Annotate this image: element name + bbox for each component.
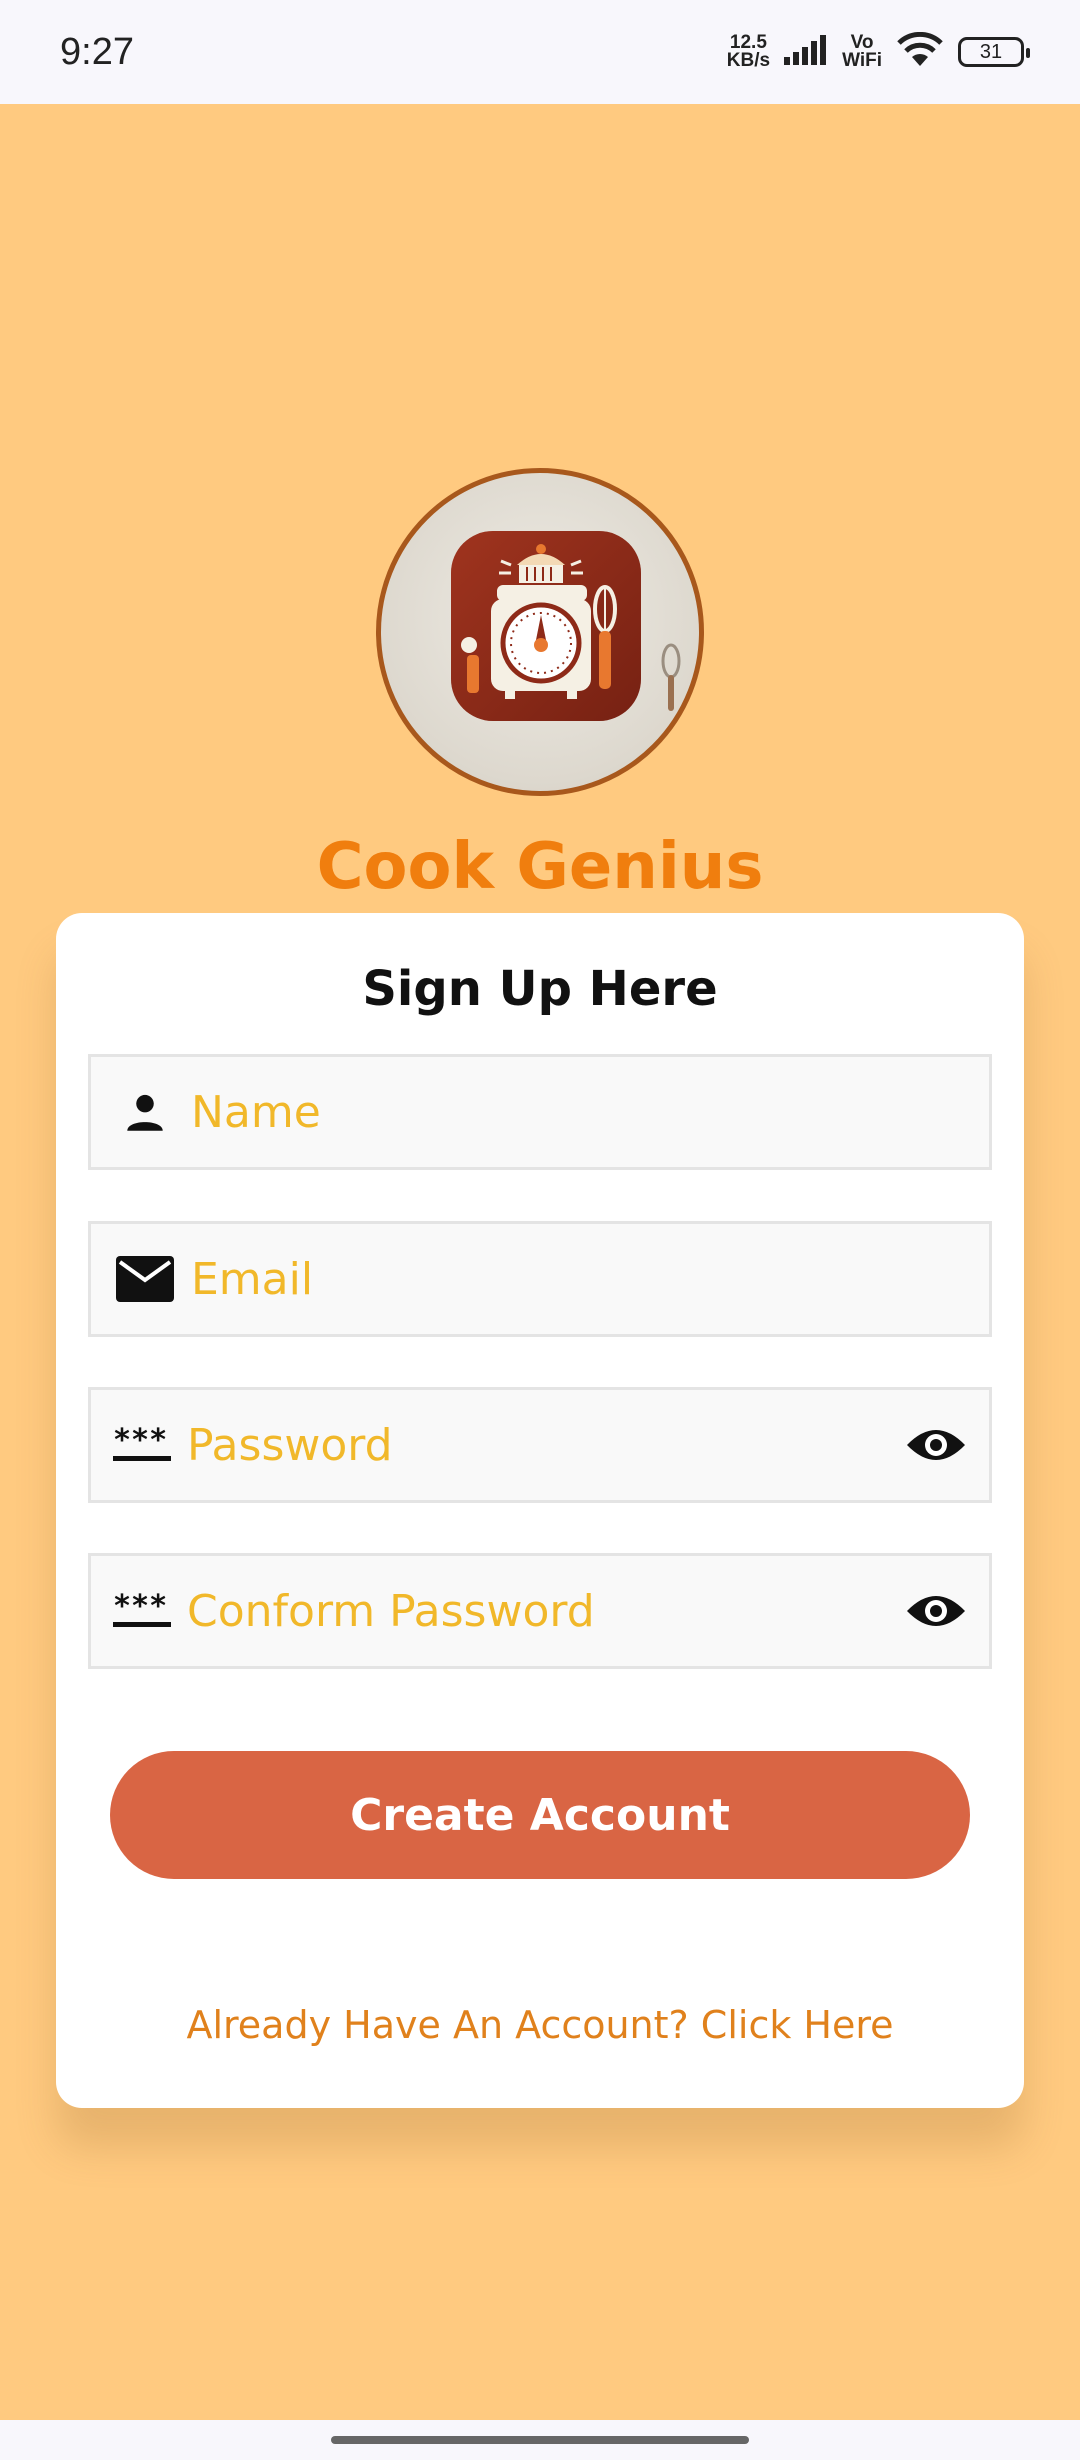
wifi-label: WiFi <box>842 50 882 71</box>
name-input[interactable] <box>191 1057 989 1167</box>
password-field[interactable]: *** <box>88 1387 992 1503</box>
password-input[interactable] <box>187 1390 905 1500</box>
person-icon <box>113 1080 177 1144</box>
login-link[interactable]: Already Have An Account? Click Here <box>56 2003 1024 2047</box>
mail-icon <box>113 1247 177 1311</box>
network-speed: 12.5 KB/s <box>726 33 771 71</box>
vowifi-indicator: Vo WiFi <box>842 33 882 71</box>
status-bar: 9:27 12.5 KB/s Vo WiFi 31 <box>0 0 1080 104</box>
status-icons: 12.5 KB/s Vo WiFi 31 <box>726 31 1030 72</box>
signal-icon <box>784 35 828 69</box>
create-account-button[interactable]: Create Account <box>110 1751 970 1879</box>
wifi-icon <box>896 31 944 72</box>
eye-icon[interactable] <box>905 1580 967 1642</box>
email-field[interactable] <box>88 1221 992 1337</box>
battery-level: 31 <box>979 40 1003 63</box>
home-indicator[interactable] <box>331 2436 749 2444</box>
confirm-password-field[interactable]: *** <box>88 1553 992 1669</box>
password-icon: *** <box>113 1425 173 1461</box>
network-speed-unit: KB/s <box>726 50 771 71</box>
battery-indicator: 31 <box>958 37 1030 67</box>
confirm-password-input[interactable] <box>187 1556 905 1666</box>
app-logo <box>376 468 704 796</box>
signup-card: Sign Up Here *** <box>56 913 1024 2108</box>
app-title: Cook Genius <box>316 830 764 904</box>
signup-title: Sign Up Here <box>362 961 718 1017</box>
eye-icon[interactable] <box>905 1414 967 1476</box>
status-time: 9:27 <box>60 30 134 73</box>
name-field[interactable] <box>88 1054 992 1170</box>
password-icon: *** <box>113 1591 173 1627</box>
kitchen-timer-logo-icon <box>451 531 681 721</box>
email-input[interactable] <box>191 1224 989 1334</box>
